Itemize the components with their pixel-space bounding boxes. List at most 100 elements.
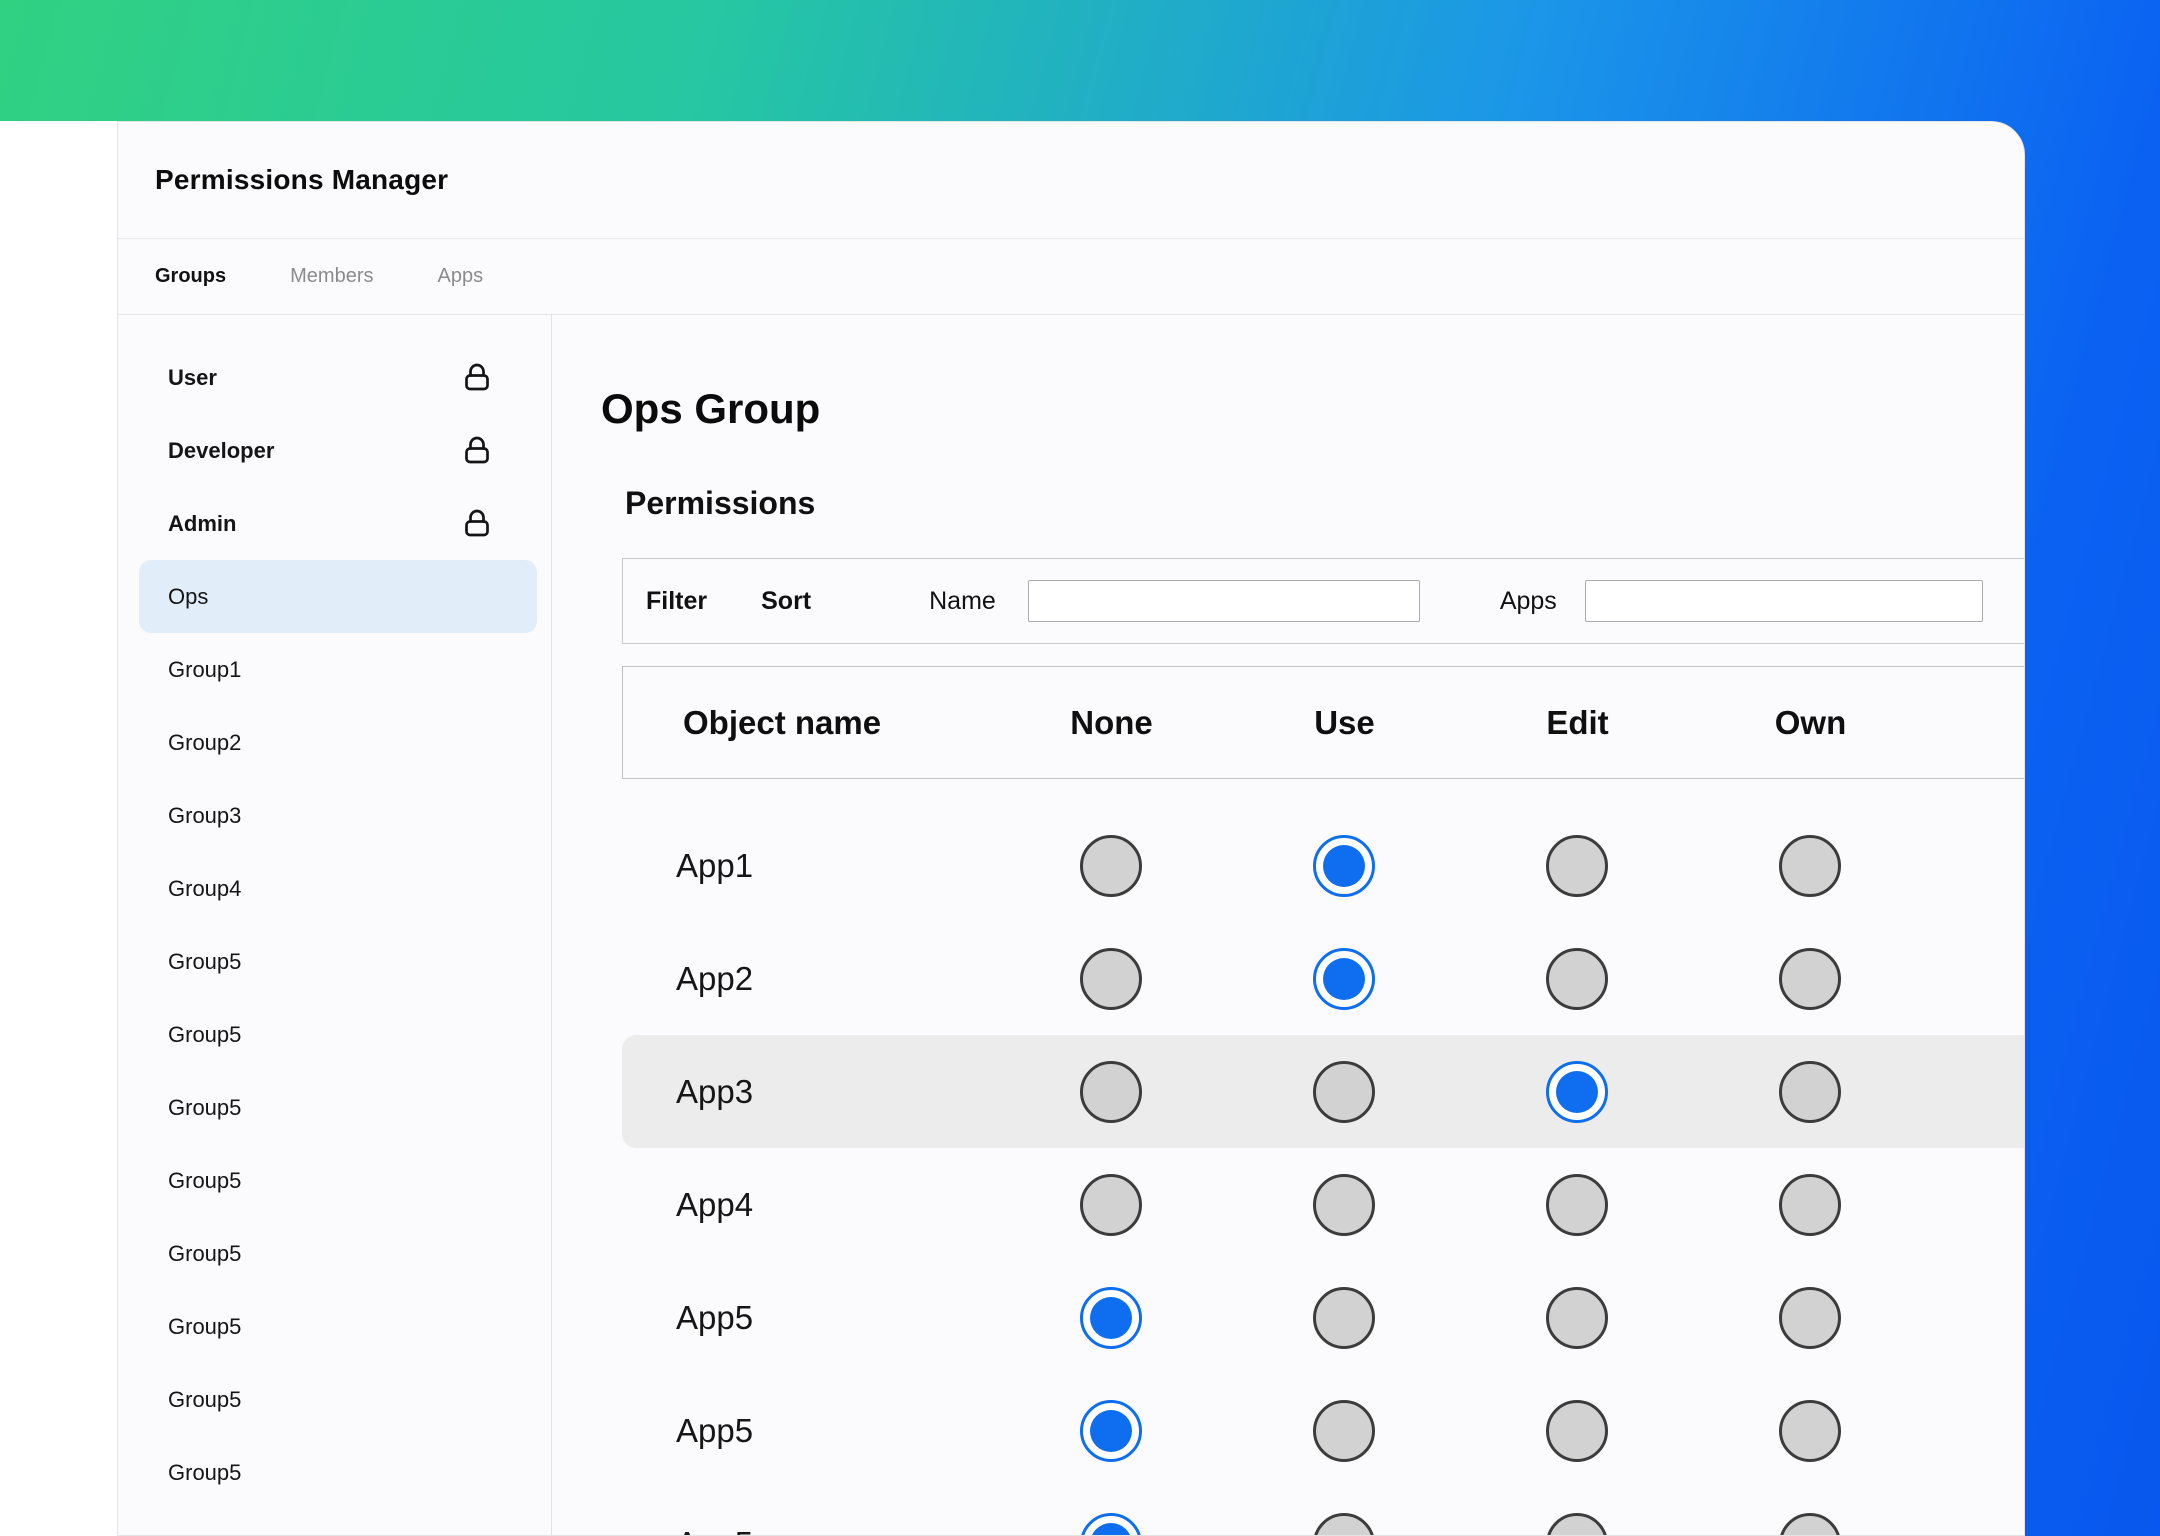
radio-edit[interactable]: [1545, 947, 1608, 1010]
sort-button[interactable]: Sort: [761, 587, 811, 616]
radio-edit[interactable]: [1545, 1512, 1608, 1535]
sidebar-item-group5[interactable]: Group5: [139, 998, 537, 1071]
sidebar-item-ops[interactable]: Ops: [139, 560, 537, 633]
sidebar-item-label: Group5: [168, 1240, 242, 1266]
sidebar-item-group5[interactable]: Group5: [139, 1071, 537, 1144]
permission-cell: [1227, 834, 1460, 897]
column-object-name: Object name: [683, 703, 882, 741]
lock-icon: [462, 435, 492, 466]
radio-edit[interactable]: [1545, 1286, 1608, 1349]
permissions-manager-card: Permissions Manager Groups Members Apps …: [117, 121, 2025, 1536]
lock-icon: [462, 508, 492, 539]
sidebar-item-admin[interactable]: Admin: [139, 487, 537, 560]
radio-own[interactable]: [1778, 1173, 1841, 1236]
radio-none[interactable]: [1079, 947, 1142, 1010]
permission-cell: [1227, 1399, 1460, 1462]
permission-cell: [1460, 1399, 1693, 1462]
sidebar-item-group5[interactable]: Group5: [139, 1217, 537, 1290]
tab-members[interactable]: Members: [290, 265, 373, 288]
column-own: Own: [1774, 703, 1847, 741]
name-filter-input[interactable]: [1027, 580, 1420, 622]
sidebar-item-group4[interactable]: Group4: [139, 852, 537, 925]
sidebar-item-label: Group1: [168, 656, 242, 682]
tab-bar: Groups Members Apps: [118, 239, 2024, 315]
filter-bar: Filter Sort Name Apps: [622, 558, 2024, 644]
object-name: App2: [676, 959, 754, 997]
object-name: App5: [676, 1298, 754, 1336]
radio-use[interactable]: [1312, 947, 1375, 1010]
sidebar-item-group5[interactable]: Group5: [139, 1290, 537, 1363]
table-row: App2: [622, 922, 2024, 1035]
table-row: App5: [622, 1487, 2024, 1536]
radio-none[interactable]: [1079, 1173, 1142, 1236]
object-name: App1: [676, 846, 754, 884]
radio-own[interactable]: [1778, 1399, 1841, 1462]
table-row: App4: [622, 1148, 2024, 1261]
permission-cell: [1693, 1512, 1926, 1535]
permission-cell: [1693, 1173, 1926, 1236]
tab-apps[interactable]: Apps: [437, 265, 483, 288]
sidebar-item-label: Admin: [168, 510, 237, 536]
radio-use[interactable]: [1312, 1060, 1375, 1123]
column-none: None: [1070, 703, 1153, 741]
sidebar-item-group5[interactable]: Group5: [139, 1144, 537, 1217]
radio-edit[interactable]: [1545, 1060, 1608, 1123]
radio-own[interactable]: [1778, 1060, 1841, 1123]
table-row: App1: [622, 809, 2024, 922]
permission-cell: [1693, 1286, 1926, 1349]
permission-cell: [1227, 1286, 1460, 1349]
radio-use[interactable]: [1312, 1399, 1375, 1462]
filter-button[interactable]: Filter: [646, 587, 707, 616]
radio-edit[interactable]: [1545, 834, 1608, 897]
page-title: Ops Group: [601, 385, 821, 432]
sidebar-item-group5[interactable]: Group5: [139, 1363, 537, 1436]
sidebar-item-group5[interactable]: Group5: [139, 925, 537, 998]
permission-cell: [994, 1512, 1227, 1535]
radio-none[interactable]: [1079, 1060, 1142, 1123]
radio-own[interactable]: [1778, 1286, 1841, 1349]
apps-filter-input[interactable]: [1584, 580, 1983, 622]
sidebar-item-user[interactable]: User: [139, 341, 537, 414]
permission-cell: [1460, 947, 1693, 1010]
object-name: App5: [676, 1411, 754, 1449]
sidebar-item-group1[interactable]: Group1: [139, 633, 537, 706]
sidebar-item-label: Group4: [168, 875, 242, 901]
sidebar-item-group2[interactable]: Group2: [139, 706, 537, 779]
radio-use[interactable]: [1312, 1286, 1375, 1349]
table-row: App3: [622, 1035, 2024, 1148]
permission-cell: [994, 947, 1227, 1010]
radio-own[interactable]: [1778, 947, 1841, 1010]
sidebar-item-label: Group5: [168, 1386, 242, 1412]
radio-use[interactable]: [1312, 834, 1375, 897]
sidebar-item-label: User: [168, 364, 217, 390]
radio-edit[interactable]: [1545, 1173, 1608, 1236]
card-body: User Developer Admin Ops Group1 Group2 Group3 G…: [118, 315, 2024, 1535]
section-title: Permissions: [625, 485, 816, 521]
radio-use[interactable]: [1312, 1512, 1375, 1535]
sidebar-item-group3[interactable]: Group3: [139, 779, 537, 852]
radio-none[interactable]: [1079, 834, 1142, 897]
object-name: App5: [622, 1525, 994, 1536]
sidebar-item-label: Developer: [168, 437, 275, 463]
radio-use[interactable]: [1312, 1173, 1375, 1236]
sidebar-item-label: Group5: [168, 948, 242, 974]
sidebar-item-label: Group5: [168, 1167, 242, 1193]
tab-groups[interactable]: Groups: [155, 265, 226, 288]
sidebar-item-group5[interactable]: Group5: [139, 1436, 537, 1509]
sidebar-item-label: Group2: [168, 729, 242, 755]
radio-edit[interactable]: [1545, 1399, 1608, 1462]
radio-own[interactable]: [1778, 834, 1841, 897]
radio-none[interactable]: [1079, 1399, 1142, 1462]
permission-cell: [994, 1173, 1227, 1236]
table-row: App5: [622, 1374, 2024, 1487]
radio-own[interactable]: [1778, 1512, 1841, 1535]
permission-cell: [1227, 1060, 1460, 1123]
radio-none[interactable]: [1079, 1512, 1142, 1535]
sidebar-item-developer[interactable]: Developer: [139, 414, 537, 487]
permission-cell: [1227, 1512, 1460, 1535]
permission-cell: [1227, 947, 1460, 1010]
app-title: Permissions Manager: [155, 164, 449, 195]
permission-cell: [1227, 1173, 1460, 1236]
radio-none[interactable]: [1079, 1286, 1142, 1349]
sidebar-item-label: Group5: [168, 1094, 242, 1120]
